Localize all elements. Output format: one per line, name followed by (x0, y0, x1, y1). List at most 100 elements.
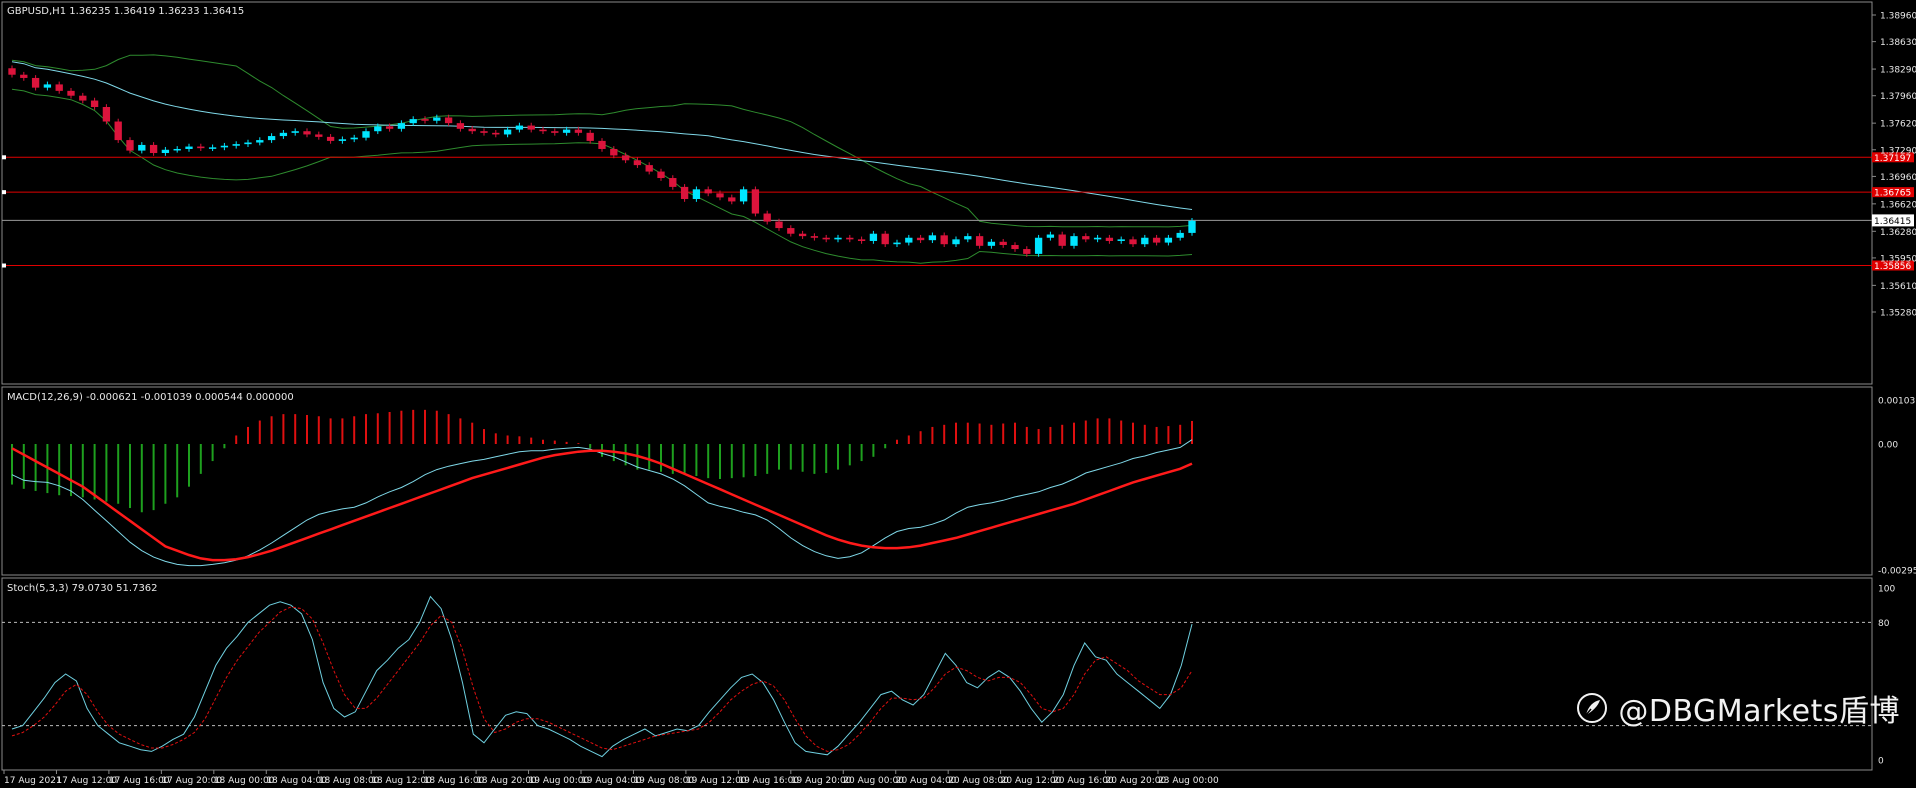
candle-body (1023, 249, 1031, 254)
candle-body (586, 132, 594, 141)
watermark: @DBGMarkets盾博 (1576, 686, 1900, 730)
macd-tick-label: 0.00 (1878, 441, 1898, 451)
price-tick-label: 1.37290 (1880, 146, 1916, 156)
candle-body (704, 189, 712, 194)
candle-body (31, 77, 40, 88)
candle-body (692, 189, 701, 200)
macd-header: MACD(12,26,9) -0.000621 -0.001039 0.0005… (7, 392, 294, 403)
price-tick-label: 1.35280 (1880, 309, 1916, 319)
candle-body (633, 160, 642, 166)
time-tick-label: 17 Aug 2021 (4, 776, 62, 786)
candle-body (197, 146, 205, 149)
candle-body (999, 241, 1007, 246)
trading-chart[interactable]: GBPUSD,H1 1.36235 1.36419 1.36233 1.3641… (0, 0, 1916, 788)
candle-body (669, 178, 677, 187)
candle-body (409, 119, 417, 124)
candle-body (456, 123, 465, 129)
price-tick-label: 1.36960 (1880, 173, 1916, 183)
price-tick-label: 1.37620 (1880, 120, 1916, 130)
candle-body (338, 139, 347, 141)
candle-body (621, 155, 630, 161)
candle-body (480, 131, 488, 133)
candle-body (975, 236, 984, 246)
candle-body (444, 117, 453, 124)
chart-canvas[interactable]: GBPUSD,H1 1.36235 1.36419 1.36233 1.3641… (0, 0, 1916, 788)
candle-body (385, 126, 394, 129)
candle-body (751, 189, 760, 214)
candle-body (964, 236, 972, 240)
candle-body (291, 131, 299, 133)
candle-body (67, 90, 75, 96)
candle-body (20, 74, 28, 78)
candle-body (822, 237, 830, 240)
candle-body (1011, 245, 1019, 250)
candle-body (244, 142, 252, 145)
candle-body (126, 140, 134, 151)
time-tick-label: 23 Aug 00:00 (1158, 776, 1219, 786)
candle-body (893, 242, 901, 245)
candle-body (256, 140, 264, 143)
candle-body (1082, 236, 1090, 240)
price-tick-label: 1.36620 (1880, 200, 1916, 210)
candle-body (185, 146, 193, 149)
candle-body (1093, 237, 1102, 240)
watermark-text: @DBGMarkets盾博 (1618, 694, 1900, 729)
candle-body (905, 237, 913, 243)
candle-body (8, 68, 16, 75)
current-price-label: 1.36415 (1874, 217, 1911, 227)
candle-body (1046, 234, 1055, 238)
candle-body (350, 137, 358, 140)
candle-body (43, 84, 52, 88)
price-tick-label: 1.38290 (1880, 66, 1916, 76)
level-handle (2, 263, 6, 268)
candle-body (645, 165, 653, 172)
price-tick-label: 1.38960 (1880, 12, 1916, 22)
candle-body (574, 129, 583, 133)
candle-body (1070, 236, 1078, 246)
candle-body (232, 144, 240, 146)
candle-body (928, 235, 937, 241)
candle-body (1129, 239, 1137, 245)
candle-body (857, 239, 866, 241)
price-tick-label: 1.36280 (1880, 228, 1916, 238)
candle-body (114, 121, 122, 141)
candle-body (539, 129, 547, 132)
candle-body (421, 119, 429, 121)
candle-body (161, 149, 170, 154)
candle-body (303, 131, 311, 135)
candle-body (149, 144, 158, 154)
candle-body (952, 239, 960, 245)
candle-body (468, 128, 476, 132)
candle-body (79, 95, 87, 101)
candle-body (208, 147, 217, 149)
feather-logo-icon (1577, 693, 1608, 723)
candle-body (562, 129, 571, 133)
candle-body (869, 233, 878, 241)
candle-body (515, 125, 524, 130)
candle-body (657, 171, 665, 179)
candle-body (326, 136, 335, 141)
candle-body (362, 131, 370, 138)
candle-body (90, 100, 99, 108)
candle-body (846, 237, 854, 240)
candle-body (834, 237, 842, 240)
candle-body (397, 123, 406, 129)
candle-body (102, 107, 111, 122)
level-handle (2, 155, 6, 160)
candle-body (810, 236, 819, 238)
stoch-header: Stoch(5,3,3) 79.0730 51.7362 (7, 583, 158, 594)
candle-body (374, 126, 382, 132)
candle-body (279, 132, 288, 137)
price-tick-label: 1.35610 (1880, 282, 1916, 292)
macd-tick-label: 0.001031 (1878, 397, 1916, 407)
candle-body (527, 125, 535, 130)
candle-body (763, 213, 771, 222)
candle-body (1176, 232, 1184, 238)
candle-body (728, 197, 736, 202)
candle-body (173, 148, 181, 151)
candle-body (1152, 237, 1161, 243)
stoch-tick-label: 80 (1878, 619, 1890, 629)
candle-body (1188, 220, 1196, 233)
candle-body (1117, 239, 1125, 241)
candle-body (1058, 234, 1066, 246)
